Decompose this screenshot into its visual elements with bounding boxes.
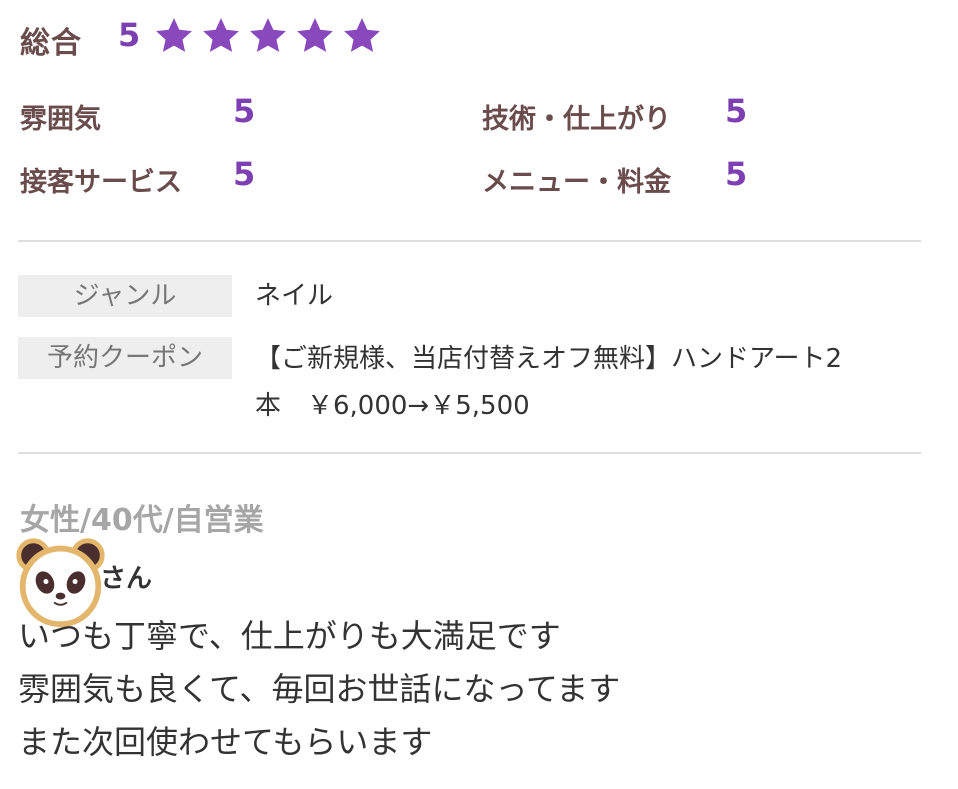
coupon-text-line-1: 【ご新規様、当店付替えオフ無料】ハンドアート2	[255, 344, 842, 374]
coupon-text-line-2: 本 ￥6,000→￥5,500	[255, 391, 530, 421]
overall-rating-label: 総合	[20, 26, 82, 61]
section-divider	[18, 452, 921, 454]
rating-category-label: 技術・仕上がり	[482, 104, 671, 135]
star-rating	[153, 15, 383, 57]
reviewer-demographics: 女性/40代/自営業	[20, 503, 264, 538]
rating-category-score: 5	[233, 155, 256, 193]
review-text: いつも丁寧で、仕上がりも大満足です 雰囲気も良くて、毎回お世話になってます また…	[18, 610, 918, 769]
star-icon	[341, 15, 383, 57]
rating-category-label: メニュー・料金	[482, 167, 671, 198]
rating-category-score: 5	[725, 155, 748, 193]
star-icon	[247, 15, 289, 57]
star-icon	[294, 15, 336, 57]
rating-category-label: 雰囲気	[20, 104, 101, 135]
rating-category-score: 5	[725, 92, 748, 130]
overall-rating-score: 5	[118, 16, 141, 54]
genre-value: ネイル	[255, 281, 334, 311]
rating-category-label: 接客サービス	[20, 167, 182, 198]
coupon-tag: 予約クーポン	[18, 337, 232, 379]
star-icon	[153, 15, 195, 57]
genre-tag: ジャンル	[18, 275, 232, 317]
star-icon	[200, 15, 242, 57]
review-line: いつも丁寧で、仕上がりも大満足です	[18, 617, 561, 655]
review-line: また次回使わせてもらいます	[18, 723, 433, 761]
section-divider	[18, 240, 921, 242]
rating-category-score: 5	[233, 92, 256, 130]
review-line: 雰囲気も良くて、毎回お世話になってます	[18, 670, 621, 708]
